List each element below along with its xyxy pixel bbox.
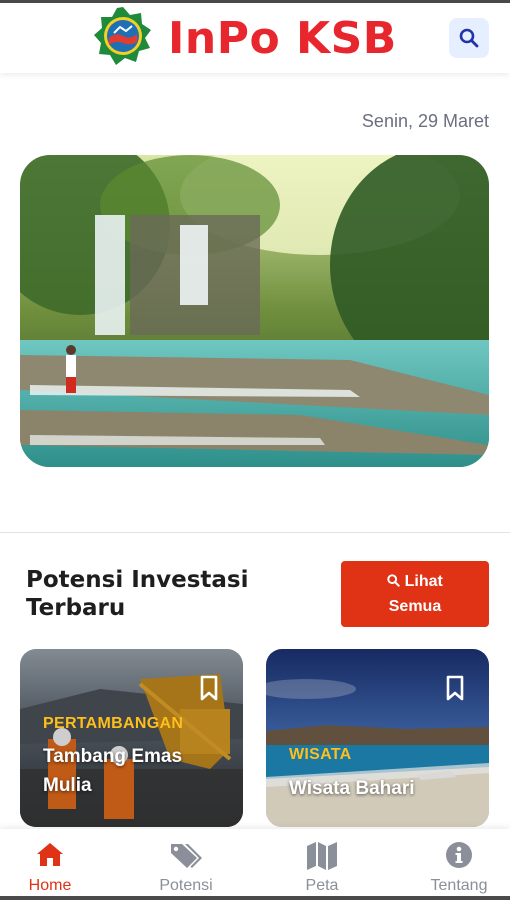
map-icon xyxy=(307,842,337,870)
status-strip-bottom xyxy=(0,896,510,900)
investment-card[interactable]: PERTAMBANGAN Tambang Emas Mulia xyxy=(20,649,243,827)
nav-item-home[interactable]: Home xyxy=(0,829,105,896)
info-icon xyxy=(446,842,472,868)
search-icon xyxy=(387,574,400,587)
bookmark-icon[interactable] xyxy=(199,675,219,701)
card-category: WISATA xyxy=(289,746,352,763)
ksb-emblem-logo xyxy=(94,7,151,65)
hero-banner[interactable] xyxy=(20,155,489,467)
nav-label: Potensi xyxy=(159,877,213,894)
card-title: Wisata Bahari xyxy=(289,778,415,799)
see-all-label-line2: Semua xyxy=(388,598,442,615)
waterfall-photo xyxy=(20,155,489,467)
nav-label: Home xyxy=(28,877,72,894)
card-title: Tambang Emas Mulia xyxy=(43,746,183,796)
nav-label: Tentang xyxy=(430,877,488,894)
bookmark-icon[interactable] xyxy=(445,675,465,701)
section-divider xyxy=(0,532,510,533)
section-title: Potensi Investasi Terbaru xyxy=(26,567,249,621)
nav-item-tentang[interactable]: Tentang xyxy=(404,829,510,896)
search-button[interactable] xyxy=(449,18,489,58)
nav-item-potensi[interactable]: Potensi xyxy=(131,829,241,896)
see-all-label-line1: Lihat xyxy=(404,573,443,590)
current-date: Senin, 29 Maret xyxy=(361,111,489,131)
investment-card[interactable]: WISATA Wisata Bahari xyxy=(266,649,489,827)
app-title: InPo KSB xyxy=(168,13,397,64)
card-category: PERTAMBANGAN xyxy=(43,715,184,732)
app-header: InPo KSB xyxy=(0,3,510,73)
nav-label: Peta xyxy=(305,877,339,894)
nav-item-peta[interactable]: Peta xyxy=(267,829,377,896)
search-icon xyxy=(459,28,479,48)
bottom-navigation: Home Potensi Peta Tentang xyxy=(0,829,510,896)
home-icon xyxy=(37,843,63,866)
see-all-button[interactable]: Lihat Semua xyxy=(341,561,489,627)
tags-icon xyxy=(171,844,202,868)
